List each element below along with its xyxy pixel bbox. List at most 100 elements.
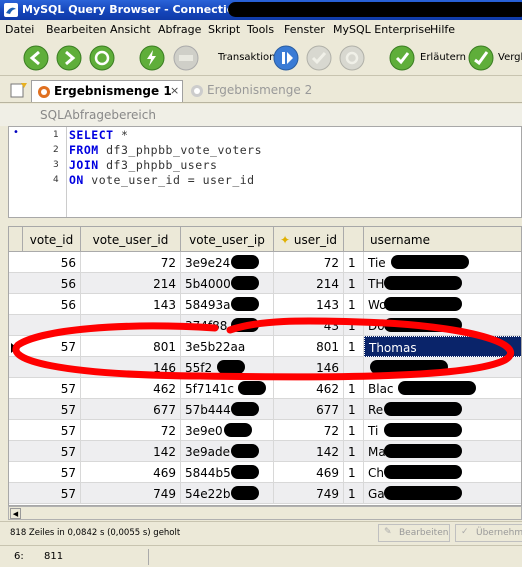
cell-vote-user-id[interactable]: 462 [81,378,181,399]
edit-button[interactable]: ✎ Bearbeiten [378,524,450,542]
column-header-blank[interactable] [344,227,364,252]
menu-datei[interactable]: Datei [5,23,34,36]
result-grid[interactable]: vote_id vote_user_id vote_user_ip ✦ user… [8,226,522,506]
menu-abfrage[interactable]: Abfrage [158,23,201,36]
cell-vote-user-id[interactable] [81,315,181,336]
cell-vote-id[interactable]: 56 [23,294,81,315]
cell-blank[interactable]: 1 [344,378,364,399]
cell-vote-id[interactable] [23,357,81,378]
column-header-vote-user-id[interactable]: vote_user_id [81,227,181,252]
table-row[interactable]: 56 72 3e9e24 72 1 Tie [9,252,521,273]
cell-blank[interactable]: 1 [344,336,364,357]
cell-vote-id[interactable]: 57 [23,378,81,399]
back-button[interactable] [22,44,50,72]
cell-vote-id[interactable]: 56 [23,273,81,294]
table-row[interactable]: 57 142 3e9ade 142 1 Ma [9,441,521,462]
cell-blank[interactable]: 1 [344,273,364,294]
explain-button[interactable] [388,44,416,72]
table-row[interactable]: 57 677 57b444 677 1 Re [9,399,521,420]
cell-user-id[interactable]: 801 [274,336,344,357]
cell-vote-user-id[interactable]: 801 [81,336,181,357]
cell-user-id[interactable]: 43 [274,315,344,336]
sql-editor[interactable]: • 1 2 3 4 SELECT * FROM df3_phpbb_vote_v… [8,126,522,218]
cell-vote-user-id[interactable]: 749 [81,483,181,504]
cell-vote-user-id[interactable]: 143 [81,294,181,315]
cell-user-id[interactable]: 72 [274,420,344,441]
cell-blank[interactable]: 1 [344,252,364,273]
table-row[interactable]: 57 749 54e22b 749 1 Ga [9,483,521,504]
cell-vote-user-ip[interactable]: 58493a [181,294,274,315]
cell-vote-user-id[interactable]: 72 [81,420,181,441]
cell-user-id[interactable]: 214 [274,273,344,294]
table-row[interactable]: 56 214 5b4000 214 1 TH [9,273,521,294]
cell-vote-user-ip[interactable]: 54e22b [181,483,274,504]
cell-vote-id[interactable]: 57 [23,420,81,441]
apply-changes-button[interactable]: ✓ Übernehm [455,524,522,542]
menu-bearbeiten[interactable]: Bearbeiten [46,23,106,36]
column-header-vote-id[interactable]: vote_id [23,227,81,252]
column-header-vote-user-ip[interactable]: vote_user_ip [181,227,274,252]
horizontal-scrollbar[interactable]: ◀ [8,506,522,520]
menu-tools[interactable]: Tools [247,23,274,36]
table-row[interactable]: 57 469 5844b5 469 1 Ch [9,462,521,483]
cell-user-id[interactable]: 677 [274,399,344,420]
cell-vote-user-id[interactable]: 214 [81,273,181,294]
cell-vote-id[interactable]: 57 [23,336,81,357]
cell-vote-user-ip[interactable]: 5844b5 [181,462,274,483]
menu-fenster[interactable]: Fenster [284,23,325,36]
cell-vote-id[interactable]: 57 [23,399,81,420]
cell-blank[interactable]: 1 [344,441,364,462]
cell-vote-user-id[interactable]: 72 [81,252,181,273]
cell-blank[interactable]: 1 [344,420,364,441]
splitter[interactable] [0,218,522,226]
cell-blank[interactable] [344,357,364,378]
new-tab-icon[interactable] [10,82,28,98]
cell-vote-user-id[interactable]: 146 [81,357,181,378]
cell-user-id[interactable]: 462 [274,378,344,399]
menu-ansicht[interactable]: Ansicht [110,23,151,36]
cell-vote-user-ip[interactable]: 3e5b22aa [181,336,274,357]
rollback-button[interactable] [338,44,366,72]
cell-user-id[interactable]: 469 [274,462,344,483]
menu-hilfe[interactable]: Hilfe [430,23,455,36]
cell-vote-id[interactable]: 57 [23,483,81,504]
commit-button[interactable] [305,44,333,72]
cell-user-id[interactable]: 72 [274,252,344,273]
cell-username[interactable]: Thomas [364,336,521,357]
cell-user-id[interactable]: 142 [274,441,344,462]
cell-user-id[interactable]: 749 [274,483,344,504]
cell-blank[interactable]: 1 [344,462,364,483]
cell-blank[interactable]: 1 [344,483,364,504]
column-header-username[interactable]: username [364,227,521,252]
execute-button[interactable] [138,44,166,72]
cell-vote-user-ip[interactable]: 5b4000 [181,273,274,294]
transaction-start-button[interactable] [272,44,300,72]
cell-vote-user-ip[interactable]: 3e9ade [181,441,274,462]
cell-blank[interactable]: 1 [344,399,364,420]
tab-ergebnismenge-2[interactable]: Ergebnismenge 2 [190,80,330,102]
forward-button[interactable] [55,44,83,72]
close-icon[interactable]: × [170,84,179,97]
table-row[interactable]: 57 462 5f7141c 462 1 Blac [9,378,521,399]
cell-vote-id[interactable]: 57 [23,462,81,483]
menu-skript[interactable]: Skript [208,23,240,36]
stop-button[interactable] [172,44,200,72]
cell-vote-user-ip[interactable]: 57b444 [181,399,274,420]
cell-blank[interactable]: 1 [344,315,364,336]
refresh-button[interactable] [88,44,116,72]
column-header-user-id[interactable]: ✦ user_id [274,227,344,252]
table-row[interactable]: 146 55f2 146 [9,357,521,378]
cell-vote-user-id[interactable]: 677 [81,399,181,420]
scroll-left-icon[interactable]: ◀ [10,508,21,519]
table-row[interactable]: 57 72 3e9e0 72 1 Ti [9,420,521,441]
cell-vote-id[interactable] [23,315,81,336]
cell-vote-id[interactable]: 57 [23,441,81,462]
cell-vote-user-ip[interactable]: 3e9e24 [181,252,274,273]
tab-ergebnismenge-1[interactable]: Ergebnismenge 1 × [31,80,183,102]
table-row[interactable]: 57 801 3e5b22aa 801 1 Thomas [9,336,521,357]
menu-mysql-enterprise[interactable]: MySQL Enterprise [333,23,431,36]
table-row[interactable]: 56 143 58493a 143 1 Wo [9,294,521,315]
cell-vote-user-id[interactable]: 142 [81,441,181,462]
cell-vote-user-id[interactable]: 469 [81,462,181,483]
cell-user-id[interactable]: 146 [274,357,344,378]
